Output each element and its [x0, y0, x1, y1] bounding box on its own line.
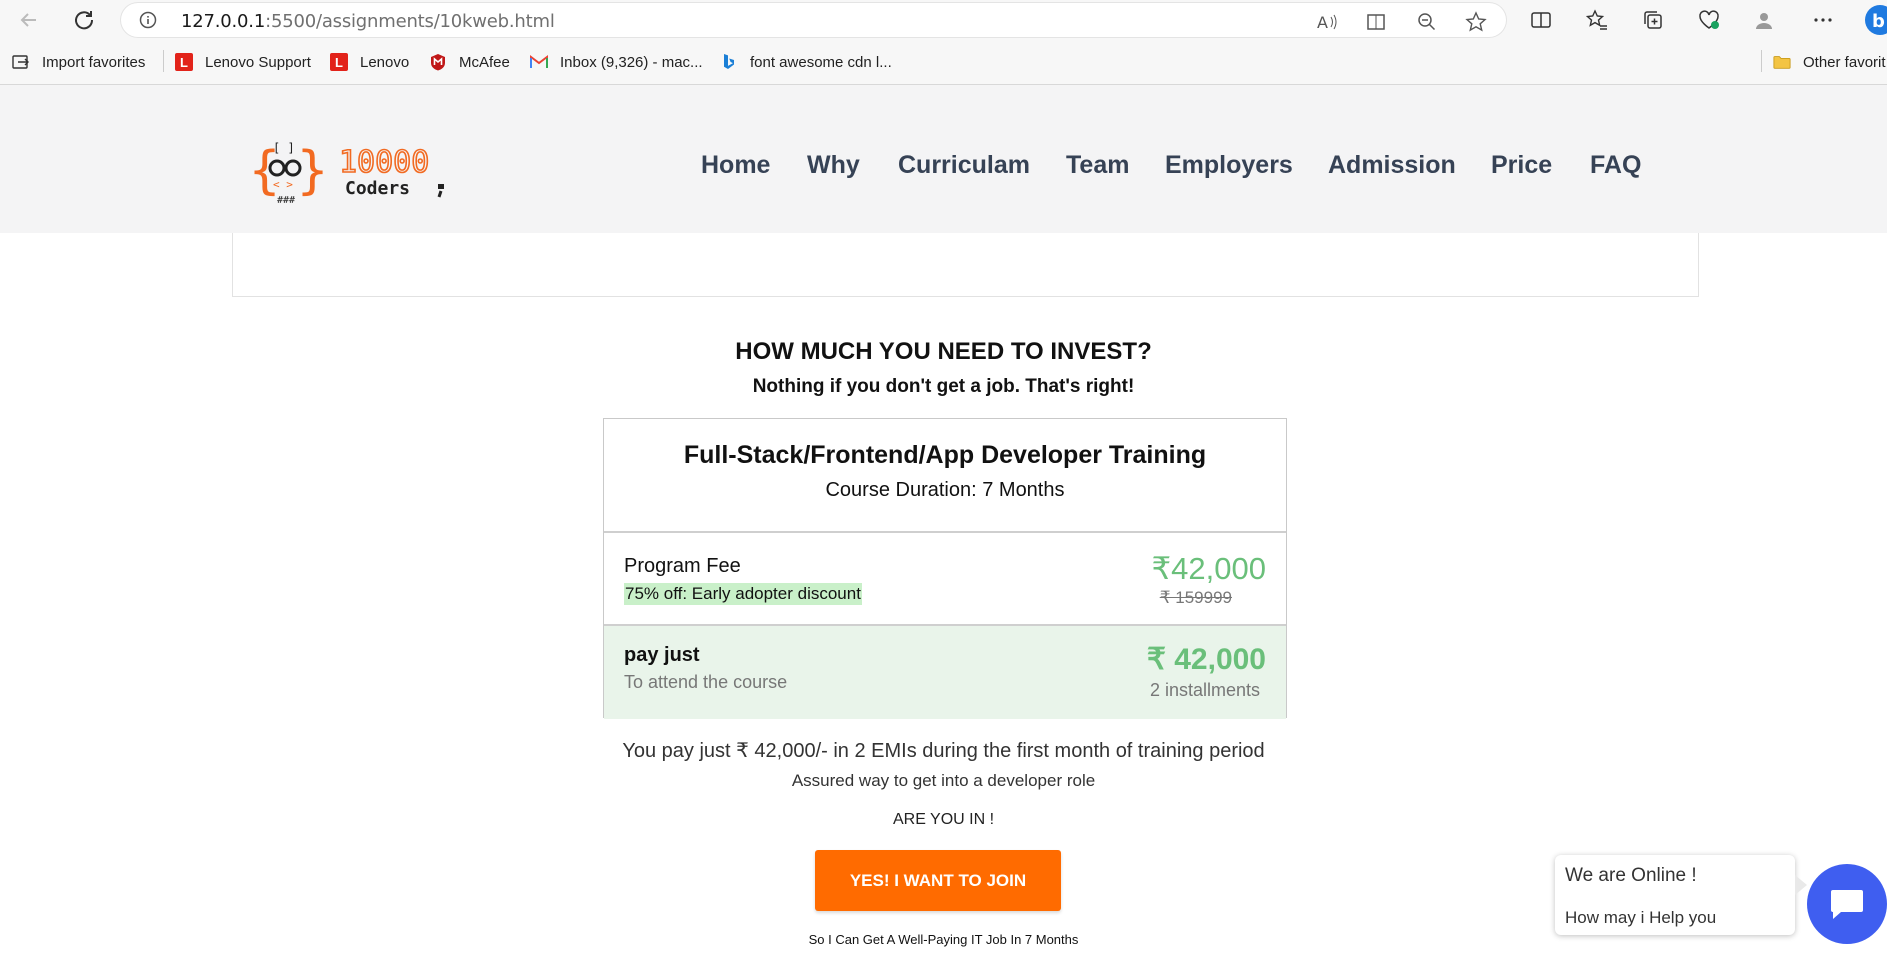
course-title: Full-Stack/Frontend/App Developer Traini… — [683, 441, 1207, 469]
pay-just-row: pay just To attend the course ₹ 42,000 2… — [604, 624, 1286, 719]
site-header: { } [ ] < > ### 10000 Coders Home Why Cu… — [0, 85, 1887, 233]
pricing-card: Full-Stack/Frontend/App Developer Traini… — [603, 418, 1287, 719]
bookmark-lenovo[interactable]: L Lenovo — [330, 51, 409, 73]
emi-text: You pay just ₹ 42,000/- in 2 EMIs during… — [622, 740, 1265, 762]
url-text[interactable]: 127.0.0.1:5500/assignments/10kweb.html — [181, 11, 555, 32]
are-you-in-text: ARE YOU IN ! — [892, 811, 995, 828]
svg-text:}: } — [296, 141, 329, 201]
svg-text:Coders: Coders — [345, 178, 410, 199]
gmail-icon — [530, 53, 548, 71]
chat-open-button[interactable] — [1807, 864, 1887, 944]
bookmark-mcafee[interactable]: McAfee — [429, 51, 510, 73]
refresh-icon[interactable] — [72, 8, 96, 32]
installments-text: 2 installments — [1149, 680, 1260, 700]
mcafee-icon — [429, 53, 447, 71]
zoom-out-icon[interactable] — [1416, 11, 1438, 33]
more-options-icon[interactable] — [1812, 9, 1834, 31]
back-icon[interactable] — [17, 8, 41, 32]
pay-just-price: ₹ 42,000 — [1146, 643, 1266, 676]
original-price: ₹ 159999 — [1159, 588, 1232, 607]
join-button[interactable]: YES! I WANT TO JOIN — [815, 850, 1061, 911]
browser-essentials-icon[interactable] — [1697, 9, 1719, 31]
nav-employers[interactable]: Employers — [1165, 151, 1293, 180]
bookmark-label: font awesome cdn l... — [750, 53, 892, 71]
bookmark-other-favorites[interactable]: Other favorit — [1773, 51, 1886, 73]
svg-text:b: b — [1872, 11, 1885, 32]
import-icon — [12, 53, 30, 71]
nav-why[interactable]: Why — [807, 151, 860, 180]
bookmarks-divider — [163, 50, 164, 72]
immersive-reader-icon[interactable] — [1366, 11, 1388, 33]
site-info-icon[interactable] — [139, 11, 157, 29]
site-logo[interactable]: { } [ ] < > ### 10000 Coders — [248, 136, 458, 208]
bookmark-label: Import favorites — [42, 53, 146, 71]
nav-curriculam[interactable]: Curriculam — [898, 151, 1030, 180]
course-duration: Course Duration: 7 Months — [825, 479, 1065, 501]
chat-line-help: How may i Help you — [1565, 908, 1717, 927]
bookmark-label: Other favorit — [1803, 53, 1886, 71]
nav-faq[interactable]: FAQ — [1590, 151, 1641, 180]
svg-text:A: A — [1317, 13, 1328, 32]
nav-home[interactable]: Home — [701, 151, 770, 180]
chat-icon — [1831, 890, 1863, 919]
address-bar[interactable]: 127.0.0.1:5500/assignments/10kweb.html A — [121, 3, 1506, 37]
invest-subheading: Nothing if you don't get a job. That's r… — [752, 376, 1135, 397]
favorites-icon[interactable] — [1585, 9, 1608, 31]
bookmark-label: McAfee — [459, 53, 510, 71]
bookmarks-bar: Import favorites L Lenovo Support L Leno… — [0, 40, 1887, 85]
pay-just-sub: To attend the course — [624, 672, 788, 692]
nav-price[interactable]: Price — [1491, 151, 1552, 180]
bookmark-label: Lenovo Support — [205, 53, 311, 71]
bookmark-import-favorites[interactable]: Import favorites — [12, 51, 145, 73]
split-screen-icon[interactable] — [1530, 9, 1552, 31]
favorite-star-icon[interactable] — [1465, 11, 1487, 33]
browser-toolbar: 127.0.0.1:5500/assignments/10kweb.html A… — [0, 0, 1887, 40]
bookmark-label: Lenovo — [360, 53, 410, 71]
bookmark-inbox[interactable]: Inbox (9,326) - mac... — [530, 51, 703, 73]
previous-section-card — [232, 233, 1699, 297]
bookmarks-divider — [1761, 50, 1762, 72]
folder-icon — [1773, 53, 1791, 71]
url-host: 127.0.0.1 — [181, 11, 266, 32]
svg-text:[ ]: [ ] — [273, 141, 295, 155]
discount-badge: 75% off: Early adopter discount — [624, 583, 862, 605]
program-fee-row: Program Fee 75% off: Early adopter disco… — [604, 531, 1286, 626]
bookmark-label: Inbox (9,326) - mac... — [560, 53, 703, 71]
nav-team[interactable]: Team — [1066, 151, 1129, 180]
lenovo-icon: L — [330, 53, 348, 71]
nav-admission[interactable]: Admission — [1328, 151, 1456, 180]
read-aloud-icon[interactable]: A — [1316, 11, 1338, 33]
svg-text:###: ### — [277, 195, 295, 206]
assured-text: Assured way to get into a developer role — [791, 771, 1096, 790]
program-fee-label: Program Fee — [624, 555, 741, 577]
pay-just-label: pay just — [624, 644, 700, 666]
copilot-icon[interactable]: b — [1860, 4, 1887, 36]
program-fee-price: ₹42,000 — [1151, 551, 1266, 586]
chat-greeting-bubble[interactable]: We are Online ! How may i Help you — [1555, 855, 1807, 935]
svg-text:10000: 10000 — [339, 145, 429, 180]
url-path: :5500/assignments/10kweb.html — [265, 11, 555, 32]
bing-icon — [720, 53, 738, 71]
lenovo-icon: L — [175, 53, 193, 71]
profile-avatar-icon[interactable] — [1753, 9, 1775, 31]
invest-heading: HOW MUCH YOU NEED TO INVEST? — [735, 338, 1152, 365]
svg-text:< >: < > — [273, 178, 293, 191]
bookmark-lenovo-support[interactable]: L Lenovo Support — [175, 51, 311, 73]
bookmark-font-awesome[interactable]: font awesome cdn l... — [720, 51, 892, 73]
collections-icon[interactable] — [1642, 9, 1664, 31]
chat-line-online: We are Online ! — [1565, 865, 1697, 886]
